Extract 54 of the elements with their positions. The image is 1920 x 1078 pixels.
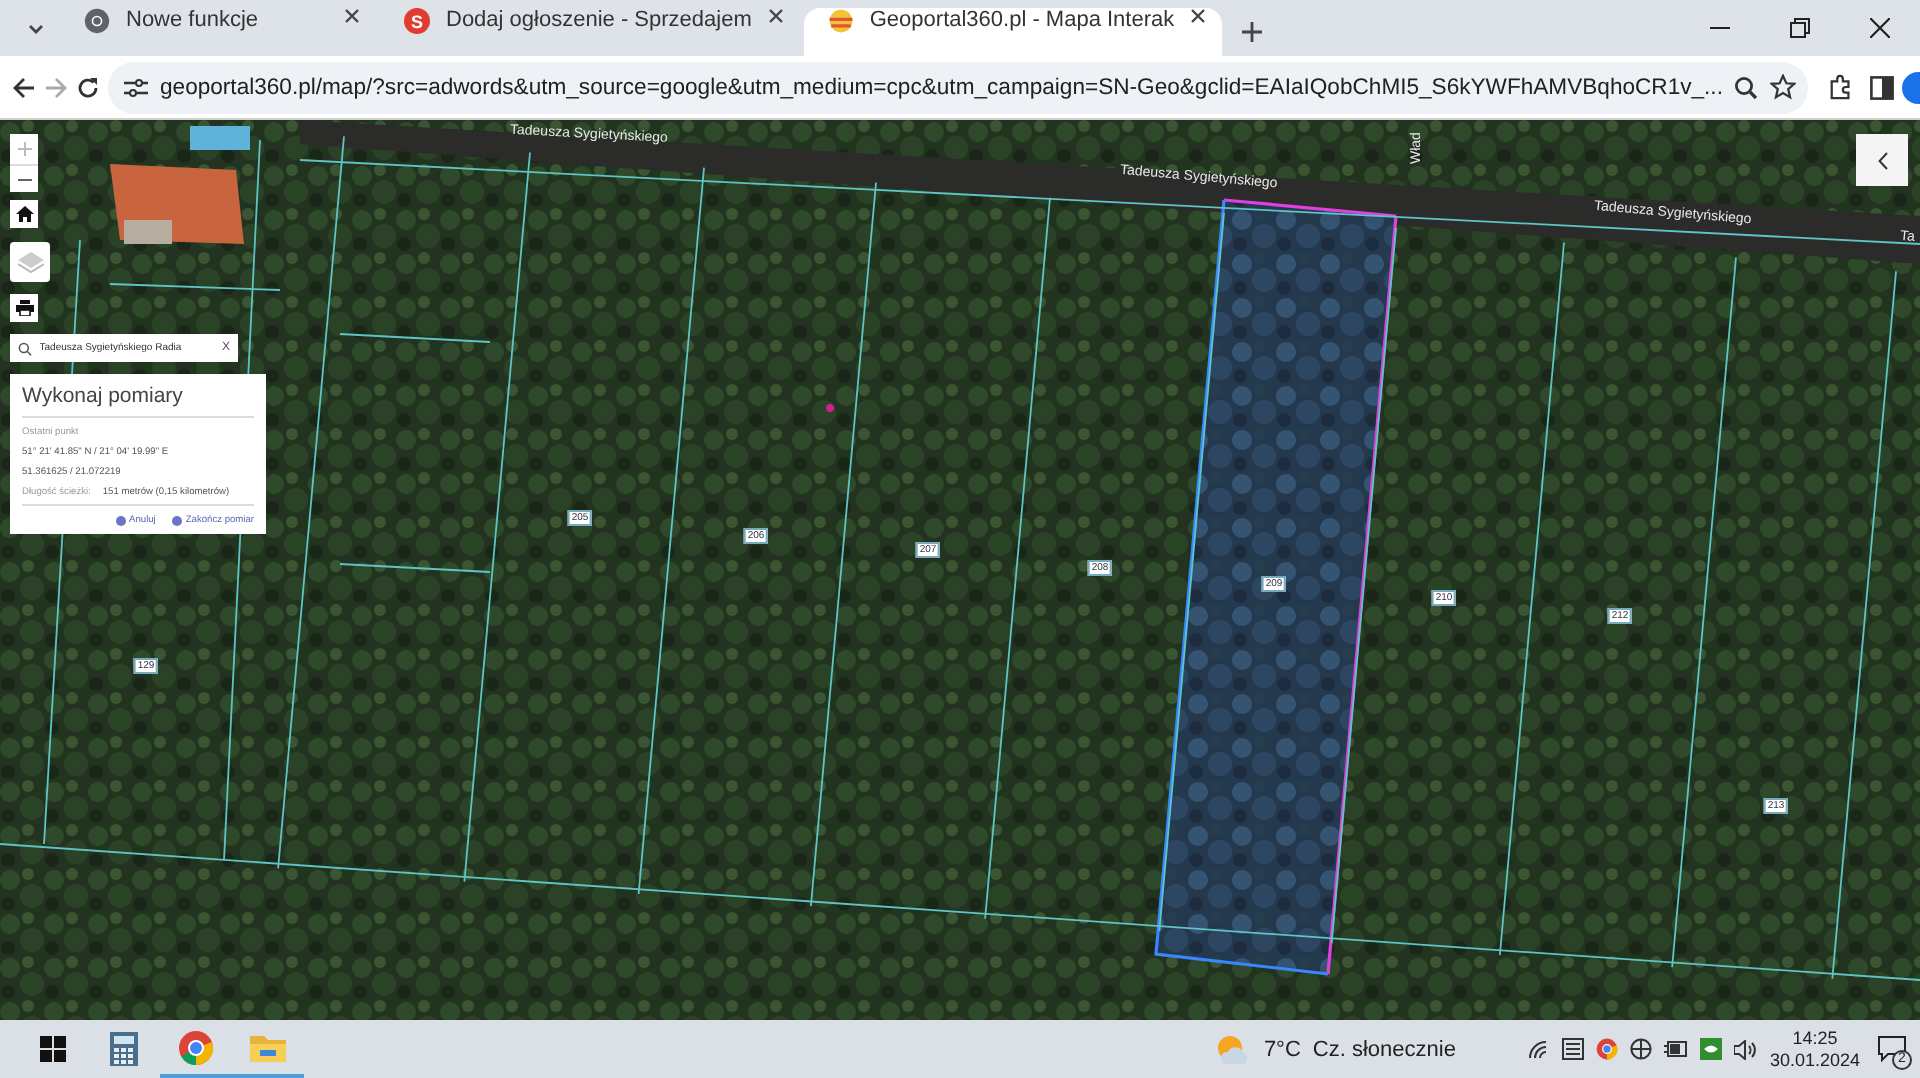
speech-bubble-icon [1878,1036,1906,1062]
close-icon[interactable] [767,8,784,24]
layers-icon [17,251,43,273]
search-icon [18,341,32,355]
weather-widget[interactable]: 7°C Cz. słonecznie [1215,1033,1456,1065]
zoom-icon[interactable] [1734,75,1759,99]
site-logo-icon: S [404,8,430,34]
close-icon[interactable] [1190,8,1207,24]
close-icon[interactable] [344,8,360,24]
weather-condition: Cz. słonecznie [1312,1037,1456,1061]
clock-date: 30.01.2024 [1769,1049,1860,1071]
windows-start-icon[interactable] [39,1036,65,1062]
chrome-icon [84,8,110,34]
bookmark-star-icon[interactable] [1770,74,1797,100]
measurement-point [826,404,834,412]
check-circle-icon [115,516,126,526]
tray-app-icon[interactable] [1561,1038,1584,1060]
plus-icon [17,142,31,156]
chrome-icon[interactable] [1595,1038,1618,1060]
check-circle-icon [171,516,182,526]
calculator-icon[interactable] [110,1032,138,1066]
browser-tab[interactable]: S Dodaj ogłoszenie - Sprzedajem [380,8,800,56]
chevron-down-icon [28,23,44,33]
address-bar[interactable]: geoportal360.pl/map/?src=adwords&utm_source=google&utm_medium=cpc&utm_campaign=SN-Geo&gclid=EAIaIQobChMI5_S6kYWFhAMVBqhoCR1v_... [108,61,1809,113]
globe-icon [827,8,854,34]
back-icon[interactable] [12,75,36,99]
reload-icon[interactable] [76,75,100,99]
browser-tab[interactable]: Geoportal360.pl - Mapa Interak [803,8,1223,56]
home-button[interactable] [10,200,38,228]
print-button[interactable] [10,294,38,322]
sun-cloud-icon [1215,1033,1252,1065]
house-drawing [110,126,250,244]
extensions-icon[interactable] [1828,74,1855,100]
side-panel-icon[interactable] [1870,75,1895,99]
panel-title: Wykonaj pomiary [22,384,254,418]
printer-icon [15,300,33,316]
clock[interactable]: 14:25 30.01.2024 [1769,1027,1860,1071]
url-text: geoportal360.pl/map/?src=adwords&utm_source=google&utm_medium=cpc&utm_campaign=SN-Geo&gclid=EAIaIQobChMI5_S6kYWFhAMVBqhoCR1v_... [160,75,1723,99]
folder-icon[interactable] [250,1032,286,1062]
battery-icon[interactable] [1663,1040,1688,1058]
browser-tab[interactable]: Nowe funkcje [60,8,376,56]
chevron-left-icon [1877,151,1887,169]
chrome-icon[interactable] [178,1029,214,1065]
minus-icon [17,177,31,181]
zoom-out-button[interactable] [10,164,38,192]
volume-icon[interactable] [1733,1039,1758,1059]
site-settings-icon[interactable] [124,77,148,97]
clock-time: 14:25 [1792,1027,1838,1049]
temperature: 7°C [1263,1037,1301,1061]
restore-icon[interactable] [1790,18,1810,38]
selected-parcel[interactable] [1154,198,1398,976]
close-icon[interactable] [1870,18,1890,38]
home-icon [15,206,33,222]
network-icon[interactable] [1527,1039,1550,1059]
